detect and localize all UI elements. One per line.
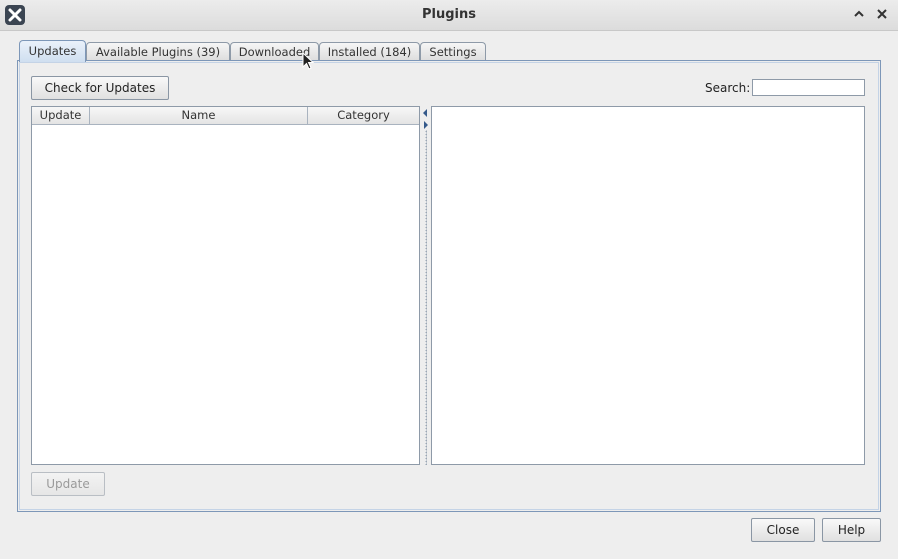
tab-updates[interactable]: Updates xyxy=(19,40,86,62)
update-button[interactable]: Update xyxy=(31,472,105,496)
window-title: Plugins xyxy=(422,7,476,22)
search-label: Search: xyxy=(705,81,751,95)
mouse-pointer-icon xyxy=(302,52,315,70)
plugin-details-pane xyxy=(431,106,865,465)
close-button[interactable]: Close xyxy=(751,518,815,542)
column-header-update[interactable]: Update xyxy=(32,107,90,125)
updates-table[interactable]: Update Name Category xyxy=(31,106,420,465)
split-arrows-icon[interactable] xyxy=(421,107,430,131)
tab-settings[interactable]: Settings xyxy=(420,42,486,60)
chevron-up-icon[interactable] xyxy=(851,6,867,22)
close-icon[interactable] xyxy=(874,6,890,22)
search-input[interactable] xyxy=(752,79,865,96)
tab-available-plugins[interactable]: Available Plugins (39) xyxy=(86,42,230,60)
tab-installed[interactable]: Installed (184) xyxy=(319,42,420,60)
divider-grip xyxy=(425,130,427,465)
split-pane-divider[interactable] xyxy=(420,106,431,465)
check-for-updates-button[interactable]: Check for Updates xyxy=(31,76,169,100)
column-header-name[interactable]: Name xyxy=(90,107,308,125)
help-button[interactable]: Help xyxy=(822,518,881,542)
column-header-category[interactable]: Category xyxy=(308,107,419,125)
title-bar: Plugins xyxy=(0,0,898,31)
